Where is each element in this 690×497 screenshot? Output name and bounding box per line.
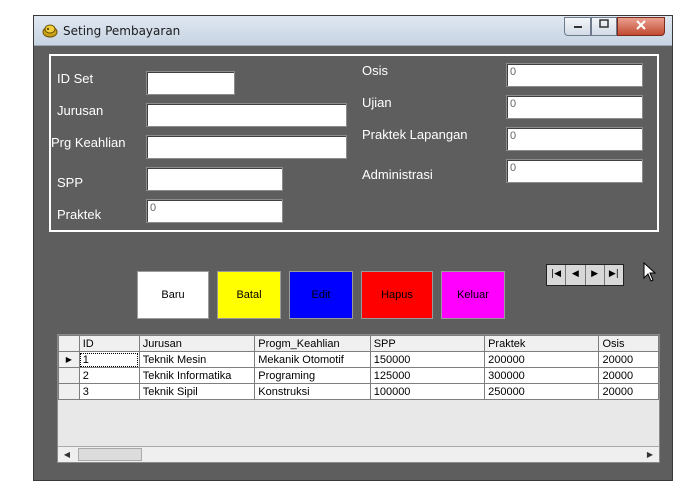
administrasi-field[interactable]: 0 xyxy=(506,159,643,183)
baru-button[interactable]: Baru xyxy=(137,271,209,319)
osis-label: Osis xyxy=(362,63,388,78)
maximize-icon xyxy=(599,19,609,28)
praktek-lapangan-field[interactable]: 0 xyxy=(506,127,643,151)
grid-cell[interactable]: 20000 xyxy=(598,351,659,368)
previous-record-button[interactable]: ◀ xyxy=(566,265,586,285)
praktek-label: Praktek xyxy=(57,207,102,222)
grid-cell[interactable]: Konstruksi xyxy=(254,383,371,400)
administrasi-label: Administrasi xyxy=(362,167,433,182)
jurusan-field[interactable] xyxy=(146,103,347,127)
grid-cell[interactable]: 20000 xyxy=(598,367,659,384)
grid-cell[interactable]: 20000 xyxy=(598,383,659,400)
form-panel: ID Set Jurusan Prg Keahlian SPP Praktek … xyxy=(49,54,659,232)
minimize-button[interactable] xyxy=(564,17,591,36)
osis-field[interactable]: 0 xyxy=(506,63,643,87)
column-header[interactable]: Progm_Keahlian xyxy=(254,335,371,352)
row-selector-header xyxy=(58,335,80,352)
table-row[interactable]: 2 Teknik Informatika Programing 125000 3… xyxy=(58,367,659,384)
spp-label: SPP xyxy=(57,175,84,190)
grid-cell[interactable]: Programing xyxy=(254,367,371,384)
last-record-button[interactable]: ▶| xyxy=(605,265,623,285)
keluar-button[interactable]: Keluar xyxy=(441,271,505,319)
column-header[interactable]: ID xyxy=(78,335,140,352)
grid-cell[interactable]: 250000 xyxy=(484,383,600,400)
grid-cell[interactable]: Teknik Informatika xyxy=(138,367,256,384)
grid-cell[interactable]: Teknik Sipil xyxy=(138,383,256,400)
grid-header-row: ID Jurusan Progm_Keahlian SPP Praktek Os… xyxy=(58,335,659,352)
first-record-button[interactable]: |◀ xyxy=(547,265,567,285)
ujian-label: Ujian xyxy=(362,95,392,110)
grid-cell[interactable]: 3 xyxy=(78,383,140,400)
prg-keahlian-label: Prg Keahlian xyxy=(51,135,126,150)
column-header[interactable]: Osis xyxy=(598,335,659,352)
row-selector[interactable] xyxy=(58,367,80,384)
grid-cell[interactable]: 2 xyxy=(78,367,140,384)
close-button[interactable] xyxy=(617,17,665,36)
grid-cell[interactable]: 200000 xyxy=(484,351,600,368)
prg-keahlian-field[interactable] xyxy=(146,135,347,159)
grid-cell[interactable]: 125000 xyxy=(369,367,486,384)
current-row-marker-icon: ▶ xyxy=(58,351,80,368)
ujian-field[interactable]: 0 xyxy=(506,95,643,119)
hapus-button[interactable]: Hapus xyxy=(361,271,433,319)
praktek-lapangan-label: Praktek Lapangan xyxy=(362,127,468,142)
close-icon xyxy=(636,20,646,30)
mouse-pointer-icon xyxy=(643,262,657,282)
scrollbar-thumb[interactable] xyxy=(78,448,142,461)
scroll-right-icon[interactable]: ▶ xyxy=(643,448,657,461)
column-header[interactable]: SPP xyxy=(369,335,486,352)
maximize-button[interactable] xyxy=(591,17,617,36)
column-header[interactable]: Jurusan xyxy=(138,335,256,352)
row-selector[interactable] xyxy=(58,383,80,400)
id-set-label: ID Set xyxy=(57,71,94,86)
payment-settings-window: Seting Pembayaran ID Set Jurusan Prg Kea… xyxy=(33,15,673,481)
spp-field[interactable] xyxy=(146,167,283,191)
table-row[interactable]: ▶ 1 Teknik Mesin Mekanik Otomotif 150000… xyxy=(58,351,659,368)
jurusan-label: Jurusan xyxy=(57,103,104,118)
edit-button[interactable]: Edit xyxy=(289,271,353,319)
window-title: Seting Pembayaran xyxy=(63,24,181,38)
app-icon xyxy=(42,24,58,38)
table-row[interactable]: 3 Teknik Sipil Konstruksi 100000 250000 … xyxy=(58,383,659,400)
grid-cell[interactable]: 1 xyxy=(78,351,140,368)
grid-cell[interactable]: Mekanik Otomotif xyxy=(254,351,371,368)
horizontal-scrollbar[interactable]: ◀ ▶ xyxy=(58,446,659,462)
praktek-field[interactable]: 0 xyxy=(146,199,283,223)
column-header[interactable]: Praktek xyxy=(484,335,600,352)
grid-cell[interactable]: 150000 xyxy=(369,351,486,368)
scroll-left-icon[interactable]: ◀ xyxy=(60,448,74,461)
grid-cell[interactable]: 100000 xyxy=(369,383,486,400)
batal-button[interactable]: Batal xyxy=(217,271,281,319)
minimize-icon xyxy=(573,26,582,28)
grid-cell[interactable]: Teknik Mesin xyxy=(138,351,256,368)
next-record-button[interactable]: ▶ xyxy=(586,265,605,285)
data-grid[interactable]: ID Jurusan Progm_Keahlian SPP Praktek Os… xyxy=(57,334,660,463)
record-navigator: |◀ ◀ ▶ ▶| xyxy=(546,264,624,286)
grid-table: ID Jurusan Progm_Keahlian SPP Praktek Os… xyxy=(58,335,659,400)
id-set-field[interactable] xyxy=(146,71,235,95)
title-bar[interactable]: Seting Pembayaran xyxy=(34,16,672,46)
grid-cell[interactable]: 300000 xyxy=(484,367,600,384)
